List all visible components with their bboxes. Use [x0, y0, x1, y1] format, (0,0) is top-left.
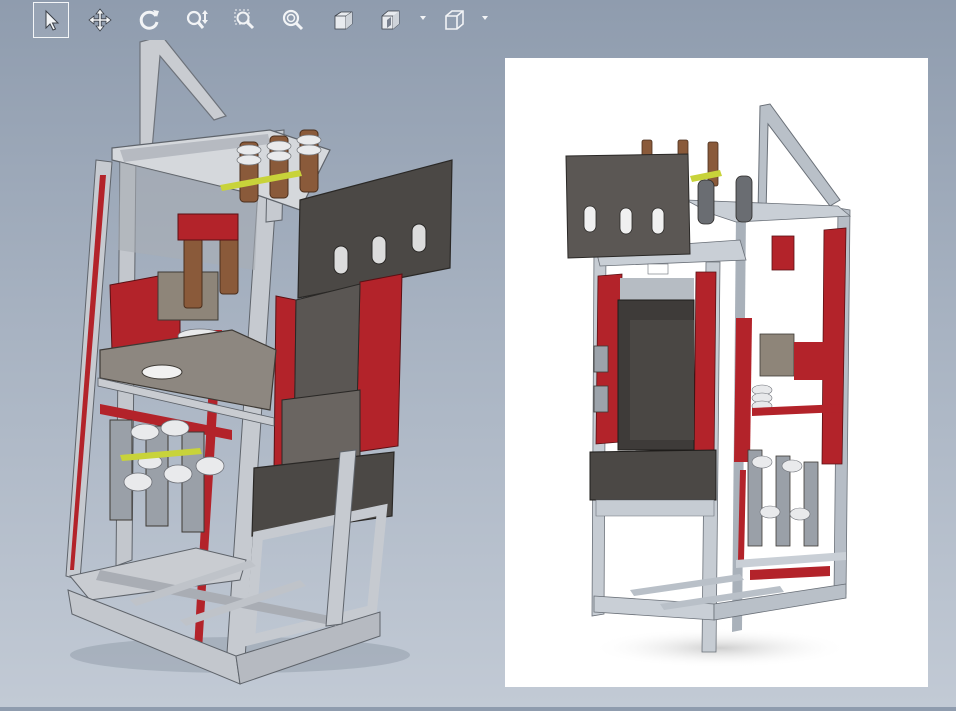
view-toolbar [30, 0, 500, 40]
switchgear-rendered-image [565, 103, 852, 668]
zoom-in-out-button[interactable] [179, 2, 215, 38]
zoom-to-area-button[interactable] [227, 2, 263, 38]
zoom-to-fit-icon [282, 9, 304, 31]
rotate-view-icon [139, 10, 159, 30]
zoom-to-area-icon [234, 9, 255, 30]
switchgear-cad-model[interactable] [0, 35, 500, 707]
section-view-icon [381, 10, 400, 30]
select-arrow-icon [45, 9, 60, 31]
rendered-image-panel [505, 58, 928, 687]
select-tool-button[interactable] [33, 2, 69, 38]
standard-views-button[interactable] [325, 2, 361, 38]
cad-viewport[interactable] [0, 35, 500, 707]
pan-move-icon [88, 8, 112, 32]
display-style-cube-icon [445, 10, 464, 30]
rotate-button[interactable] [131, 2, 167, 38]
display-style-dropdown-icon[interactable] [481, 14, 489, 22]
zoom-to-fit-button[interactable] [275, 2, 311, 38]
pan-button[interactable] [82, 2, 118, 38]
section-view-button[interactable] [373, 2, 409, 38]
zoom-in-out-icon [186, 10, 208, 29]
section-view-dropdown-icon[interactable] [419, 14, 427, 22]
standard-views-cube-icon [334, 11, 353, 30]
display-style-button[interactable] [437, 2, 473, 38]
